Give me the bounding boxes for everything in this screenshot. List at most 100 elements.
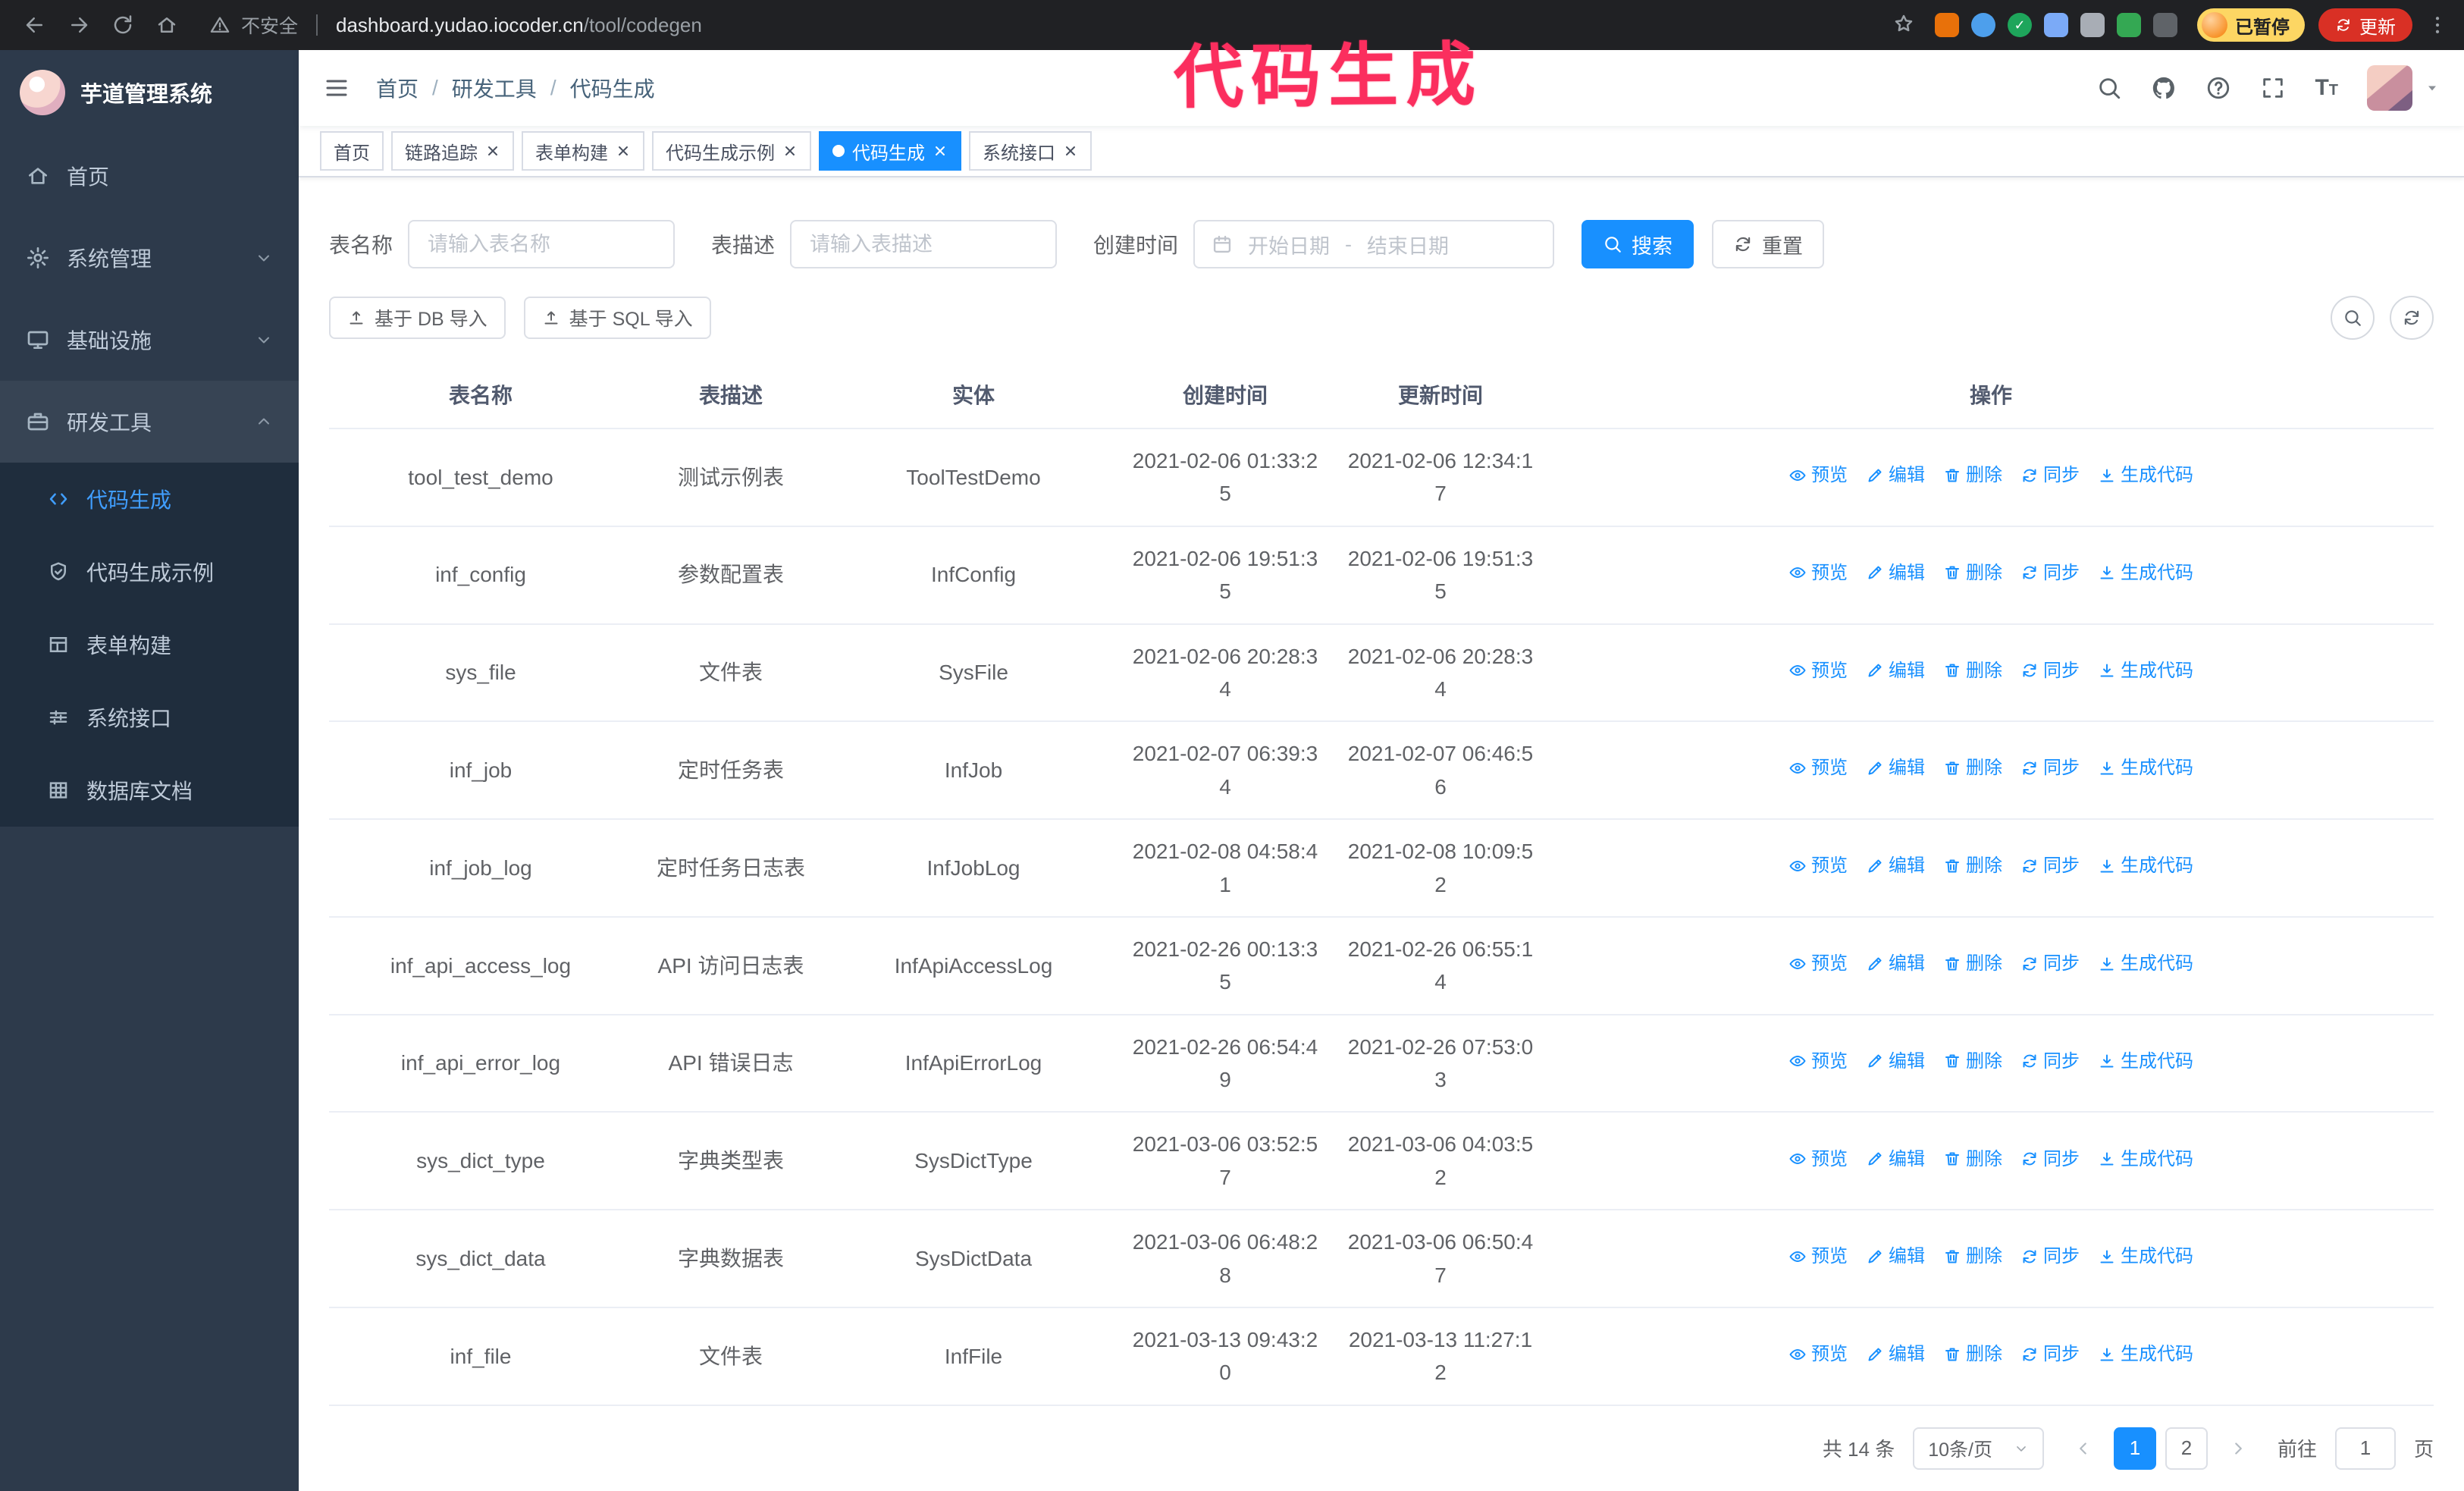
help-icon[interactable]	[2205, 75, 2231, 101]
preview-link[interactable]: 预览	[1788, 559, 1848, 587]
close-icon[interactable]	[616, 143, 631, 159]
preview-link[interactable]: 预览	[1788, 852, 1848, 880]
preview-link[interactable]: 预览	[1788, 657, 1848, 685]
sidebar-item-home[interactable]: 首页	[0, 135, 299, 217]
delete-link[interactable]: 删除	[1943, 754, 2002, 782]
people-extension-icon[interactable]	[2044, 13, 2068, 37]
delete-link[interactable]: 删除	[1943, 1242, 2002, 1270]
tab-tracer[interactable]: 链路追踪	[391, 131, 514, 171]
browser-home-icon[interactable]	[147, 7, 187, 43]
delete-link[interactable]: 删除	[1943, 852, 2002, 880]
tab-codegen-example[interactable]: 代码生成示例	[652, 131, 811, 171]
delete-link[interactable]: 删除	[1943, 950, 2002, 978]
github-icon[interactable]	[2151, 75, 2177, 101]
preview-link[interactable]: 预览	[1788, 1047, 1848, 1075]
app-logo[interactable]: 芋道管理系统	[0, 50, 299, 135]
tab-form-builder[interactable]: 表单构建	[522, 131, 644, 171]
refresh-table-button[interactable]	[2390, 296, 2434, 340]
sidebar-subitem-codegen[interactable]: 代码生成	[0, 463, 299, 535]
sidebar-subitem-codegen-example[interactable]: 代码生成示例	[0, 535, 299, 608]
sync-link[interactable]: 同步	[2020, 754, 2080, 782]
preview-link[interactable]: 预览	[1788, 754, 1848, 782]
search-icon[interactable]	[2096, 75, 2122, 101]
preview-link[interactable]: 预览	[1788, 1242, 1848, 1270]
sync-link[interactable]: 同步	[2020, 1242, 2080, 1270]
generate-code-link[interactable]: 生成代码	[2098, 1340, 2193, 1368]
import-sql-button[interactable]: 基于 SQL 导入	[523, 297, 711, 339]
breadcrumb-item[interactable]: 首页	[376, 73, 419, 103]
generate-code-link[interactable]: 生成代码	[2098, 657, 2193, 685]
generate-code-link[interactable]: 生成代码	[2098, 1047, 2193, 1075]
close-icon[interactable]	[782, 143, 798, 159]
close-icon[interactable]	[485, 143, 500, 159]
generate-code-link[interactable]: 生成代码	[2098, 754, 2193, 782]
sync-link[interactable]: 同步	[2020, 1145, 2080, 1173]
page-button-1[interactable]: 1	[2113, 1427, 2156, 1470]
reset-button[interactable]: 重置	[1712, 220, 1825, 268]
delete-link[interactable]: 删除	[1943, 1145, 2002, 1173]
sync-link[interactable]: 同步	[2020, 657, 2080, 685]
search-button[interactable]: 搜索	[1582, 220, 1694, 268]
leaf-extension-icon[interactable]	[2117, 13, 2141, 37]
address-bar[interactable]: 不安全 dashboard.yudao.iocoder.cn/tool/code…	[209, 11, 702, 39]
blue-extension-icon[interactable]	[1971, 13, 1995, 37]
green-check-extension-icon[interactable]: ✓	[2008, 13, 2032, 37]
sync-link[interactable]: 同步	[2020, 852, 2080, 880]
toggle-search-button[interactable]	[2331, 296, 2375, 340]
edit-link[interactable]: 编辑	[1866, 461, 1925, 489]
browser-forward-icon[interactable]	[59, 7, 99, 43]
edit-link[interactable]: 编辑	[1866, 852, 1925, 880]
edit-link[interactable]: 编辑	[1866, 657, 1925, 685]
edit-link[interactable]: 编辑	[1866, 754, 1925, 782]
caret-down-icon[interactable]	[2425, 80, 2440, 96]
delete-link[interactable]: 删除	[1943, 559, 2002, 587]
page-size-select[interactable]: 10条/页	[1913, 1427, 2044, 1470]
prev-page-button[interactable]	[2062, 1427, 2105, 1470]
gray-extension-icon[interactable]	[2080, 13, 2105, 37]
page-button-2[interactable]: 2	[2165, 1427, 2208, 1470]
puzzle-extension-icon[interactable]	[2153, 13, 2177, 37]
sidebar-subitem-api[interactable]: 系统接口	[0, 681, 299, 754]
generate-code-link[interactable]: 生成代码	[2098, 852, 2193, 880]
close-icon[interactable]	[1063, 143, 1078, 159]
edit-link[interactable]: 编辑	[1866, 1242, 1925, 1270]
generate-code-link[interactable]: 生成代码	[2098, 1242, 2193, 1270]
tab-api[interactable]: 系统接口	[969, 131, 1092, 171]
next-page-button[interactable]	[2217, 1427, 2259, 1470]
generate-code-link[interactable]: 生成代码	[2098, 461, 2193, 489]
breadcrumb-item[interactable]: 代码生成	[570, 73, 655, 103]
browser-reload-icon[interactable]	[103, 7, 143, 43]
preview-link[interactable]: 预览	[1788, 1340, 1848, 1368]
profile-paused-badge[interactable]: 已暂停	[2197, 8, 2305, 42]
breadcrumb-item[interactable]: 研发工具	[452, 73, 537, 103]
sidebar-item-system[interactable]: 系统管理	[0, 217, 299, 299]
table-desc-input[interactable]	[790, 220, 1058, 268]
import-db-button[interactable]: 基于 DB 导入	[329, 297, 506, 339]
sync-link[interactable]: 同步	[2020, 461, 2080, 489]
sidebar-subitem-form-builder[interactable]: 表单构建	[0, 608, 299, 681]
close-icon[interactable]	[933, 143, 948, 159]
sync-link[interactable]: 同步	[2020, 1340, 2080, 1368]
delete-link[interactable]: 删除	[1943, 1340, 2002, 1368]
sidebar-item-dev-tools[interactable]: 研发工具	[0, 381, 299, 463]
browser-back-icon[interactable]	[15, 7, 55, 43]
font-size-icon[interactable]: TT	[2315, 75, 2338, 101]
edit-link[interactable]: 编辑	[1866, 559, 1925, 587]
generate-code-link[interactable]: 生成代码	[2098, 950, 2193, 978]
sync-link[interactable]: 同步	[2020, 559, 2080, 587]
edit-link[interactable]: 编辑	[1866, 950, 1925, 978]
delete-link[interactable]: 删除	[1943, 657, 2002, 685]
preview-link[interactable]: 预览	[1788, 950, 1848, 978]
generate-code-link[interactable]: 生成代码	[2098, 559, 2193, 587]
bookmark-star-icon[interactable]	[1892, 12, 1915, 38]
sync-link[interactable]: 同步	[2020, 1047, 2080, 1075]
edit-link[interactable]: 编辑	[1866, 1340, 1925, 1368]
sync-link[interactable]: 同步	[2020, 950, 2080, 978]
table-name-input[interactable]	[408, 220, 676, 268]
goto-page-input[interactable]	[2334, 1427, 2396, 1470]
chrome-update-button[interactable]: 更新	[2318, 8, 2412, 42]
fullscreen-icon[interactable]	[2260, 75, 2286, 101]
tab-home[interactable]: 首页	[320, 131, 384, 171]
chrome-menu-icon[interactable]	[2426, 14, 2449, 36]
delete-link[interactable]: 删除	[1943, 1047, 2002, 1075]
